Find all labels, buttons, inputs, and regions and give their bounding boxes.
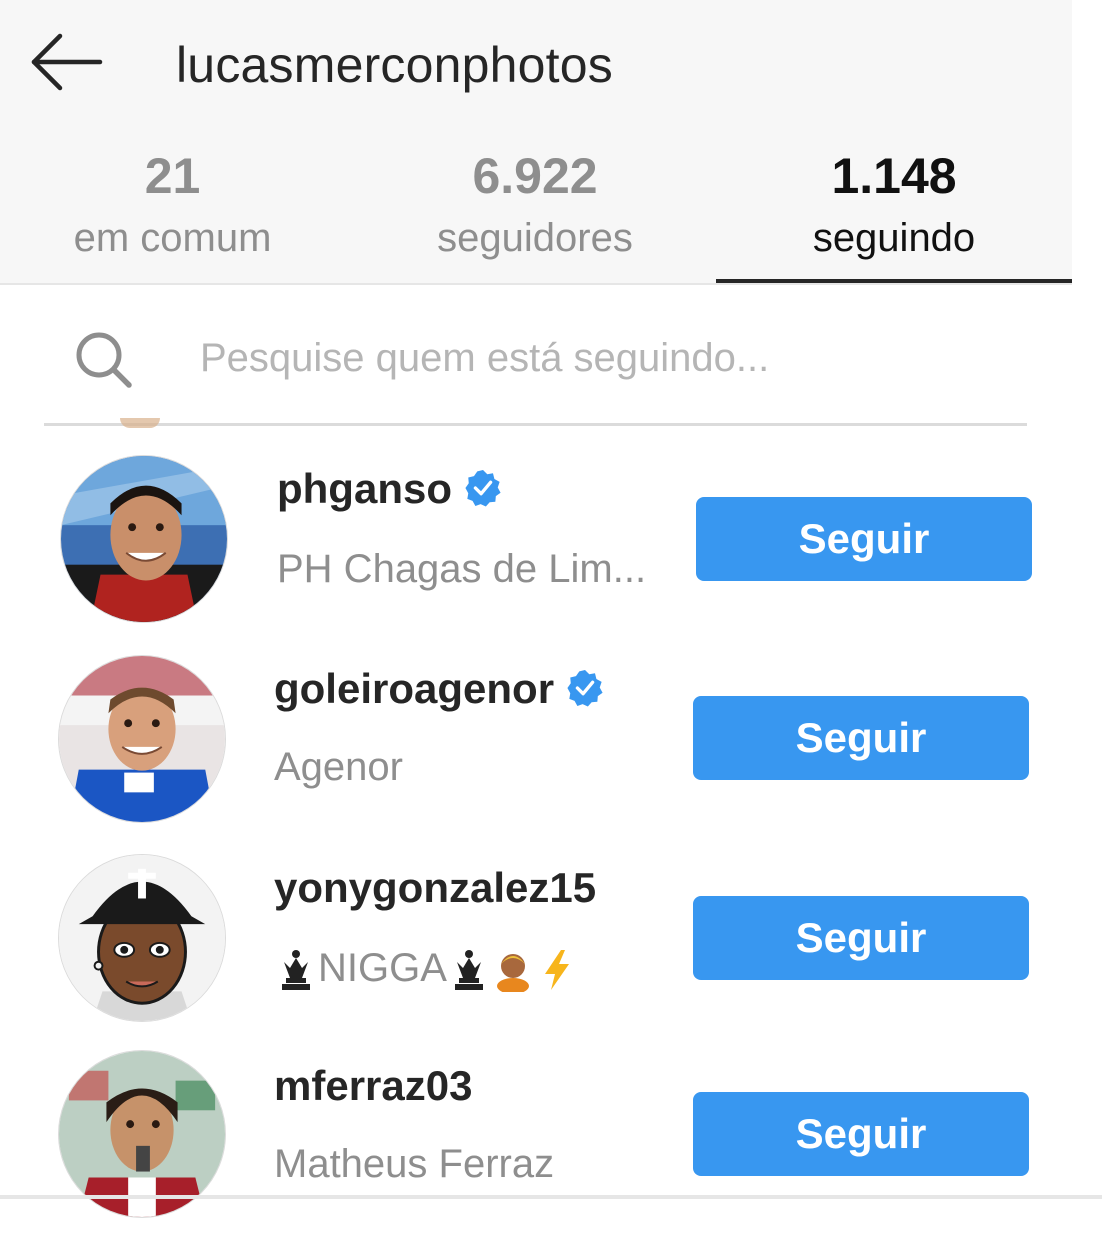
lightning-icon [537, 948, 577, 992]
avatar[interactable] [60, 455, 228, 623]
mutual-label: em comum [73, 216, 272, 260]
profile-header: lucasmerconphotos 21 em comum 6.922 segu… [0, 0, 1072, 284]
page-title: lucasmerconphotos [176, 37, 613, 93]
verified-badge-icon [566, 669, 604, 707]
full-name: Agenor [274, 745, 403, 789]
list-item[interactable]: mferraz03 Matheus Ferraz Seguir [0, 1050, 1072, 1250]
search-icon [74, 330, 134, 390]
follow-button[interactable]: Seguir [693, 896, 1029, 980]
tab-mutual[interactable]: 21 em comum [50, 140, 295, 284]
full-name: PH Chagas de Lim... [277, 547, 647, 591]
person-emoji-icon [493, 948, 533, 993]
username-text: yonygonzalez15 [274, 864, 597, 911]
full-name-with-emoji: NIGGA [274, 946, 579, 993]
avatar[interactable] [58, 1050, 226, 1218]
chess-queen-icon [276, 948, 316, 992]
partial-avatar [120, 418, 160, 428]
username[interactable]: goleiroagenor [274, 665, 604, 713]
follow-button[interactable]: Seguir [693, 696, 1029, 780]
search-input[interactable] [200, 326, 1000, 390]
avatar[interactable] [58, 655, 226, 823]
username-text: mferraz03 [274, 1062, 473, 1109]
followers-label: seguidores [437, 216, 633, 260]
bottom-divider [0, 1195, 1102, 1199]
list-item[interactable]: yonygonzalez15 NIGGA Seguir [0, 854, 1072, 1054]
full-name-text: NIGGA [318, 946, 447, 990]
username[interactable]: mferraz03 [274, 1062, 472, 1110]
username-text: phganso [277, 465, 452, 512]
back-arrow-icon[interactable] [28, 32, 104, 92]
full-name: Matheus Ferraz [274, 1142, 555, 1186]
following-count: 1.148 [831, 148, 957, 204]
follow-button[interactable]: Seguir [696, 497, 1032, 581]
tab-followers[interactable]: 6.922 seguidores [415, 140, 655, 284]
search-underline [44, 423, 1027, 426]
username-text: goleiroagenor [274, 665, 555, 712]
followers-count: 6.922 [472, 148, 598, 204]
header-divider [0, 283, 1072, 285]
tab-following[interactable]: 1.148 seguindo [716, 140, 1072, 284]
chess-queen-icon [449, 948, 489, 992]
mutual-count: 21 [144, 148, 201, 204]
follow-button[interactable]: Seguir [693, 1092, 1029, 1176]
username[interactable]: phganso [277, 465, 502, 513]
search-bar [44, 318, 1027, 426]
list-item[interactable]: phganso PH Chagas de Lim... Seguir [0, 455, 1072, 655]
avatar[interactable] [58, 854, 226, 1022]
following-label: seguindo [812, 216, 976, 260]
verified-badge-icon [464, 469, 502, 507]
list-item[interactable]: goleiroagenor Agenor Seguir [0, 655, 1072, 855]
username[interactable]: yonygonzalez15 [274, 864, 596, 912]
